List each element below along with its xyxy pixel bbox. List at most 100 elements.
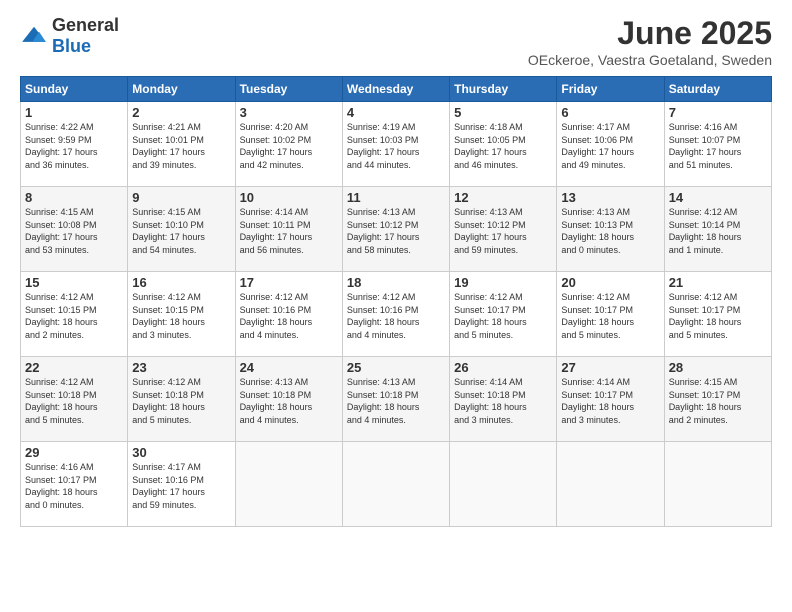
day-number: 27: [561, 360, 659, 375]
day-number: 14: [669, 190, 767, 205]
day-info: Sunrise: 4:12 AMSunset: 10:16 PMDaylight…: [347, 291, 445, 341]
logo: General Blue: [20, 15, 119, 57]
day-info: Sunrise: 4:15 AMSunset: 10:17 PMDaylight…: [669, 376, 767, 426]
day-info: Sunrise: 4:12 AMSunset: 10:18 PMDaylight…: [25, 376, 123, 426]
day-info: Sunrise: 4:14 AMSunset: 10:17 PMDaylight…: [561, 376, 659, 426]
table-row: 22Sunrise: 4:12 AMSunset: 10:18 PMDaylig…: [21, 357, 128, 442]
day-number: 7: [669, 105, 767, 120]
day-info: Sunrise: 4:13 AMSunset: 10:13 PMDaylight…: [561, 206, 659, 256]
table-row: 27Sunrise: 4:14 AMSunset: 10:17 PMDaylig…: [557, 357, 664, 442]
col-wednesday: Wednesday: [342, 77, 449, 102]
day-info: Sunrise: 4:16 AMSunset: 10:17 PMDaylight…: [25, 461, 123, 511]
logo-text: General Blue: [52, 15, 119, 57]
table-row: 5Sunrise: 4:18 AMSunset: 10:05 PMDayligh…: [450, 102, 557, 187]
day-info: Sunrise: 4:12 AMSunset: 10:17 PMDaylight…: [454, 291, 552, 341]
location-title: OEckeroe, Vaestra Goetaland, Sweden: [528, 52, 772, 68]
table-row: 21Sunrise: 4:12 AMSunset: 10:17 PMDaylig…: [664, 272, 771, 357]
day-number: 25: [347, 360, 445, 375]
table-row: [664, 442, 771, 527]
table-row: 13Sunrise: 4:13 AMSunset: 10:13 PMDaylig…: [557, 187, 664, 272]
col-monday: Monday: [128, 77, 235, 102]
calendar: Sunday Monday Tuesday Wednesday Thursday…: [20, 76, 772, 527]
table-row: 24Sunrise: 4:13 AMSunset: 10:18 PMDaylig…: [235, 357, 342, 442]
day-info: Sunrise: 4:12 AMSunset: 10:17 PMDaylight…: [669, 291, 767, 341]
day-info: Sunrise: 4:13 AMSunset: 10:12 PMDaylight…: [454, 206, 552, 256]
day-number: 10: [240, 190, 338, 205]
col-saturday: Saturday: [664, 77, 771, 102]
day-number: 4: [347, 105, 445, 120]
table-row: 10Sunrise: 4:14 AMSunset: 10:11 PMDaylig…: [235, 187, 342, 272]
month-title: June 2025: [528, 15, 772, 52]
day-info: Sunrise: 4:14 AMSunset: 10:18 PMDaylight…: [454, 376, 552, 426]
day-info: Sunrise: 4:12 AMSunset: 10:15 PMDaylight…: [132, 291, 230, 341]
day-info: Sunrise: 4:17 AMSunset: 10:16 PMDaylight…: [132, 461, 230, 511]
table-row: [235, 442, 342, 527]
day-number: 3: [240, 105, 338, 120]
header-row: Sunday Monday Tuesday Wednesday Thursday…: [21, 77, 772, 102]
day-info: Sunrise: 4:13 AMSunset: 10:18 PMDaylight…: [240, 376, 338, 426]
day-info: Sunrise: 4:12 AMSunset: 10:15 PMDaylight…: [25, 291, 123, 341]
day-info: Sunrise: 4:13 AMSunset: 10:12 PMDaylight…: [347, 206, 445, 256]
day-info: Sunrise: 4:14 AMSunset: 10:11 PMDaylight…: [240, 206, 338, 256]
day-number: 22: [25, 360, 123, 375]
table-row: 16Sunrise: 4:12 AMSunset: 10:15 PMDaylig…: [128, 272, 235, 357]
day-number: 28: [669, 360, 767, 375]
day-info: Sunrise: 4:12 AMSunset: 10:17 PMDaylight…: [561, 291, 659, 341]
table-row: 18Sunrise: 4:12 AMSunset: 10:16 PMDaylig…: [342, 272, 449, 357]
title-block: June 2025 OEckeroe, Vaestra Goetaland, S…: [528, 15, 772, 68]
table-row: 2Sunrise: 4:21 AMSunset: 10:01 PMDayligh…: [128, 102, 235, 187]
day-number: 30: [132, 445, 230, 460]
table-row: 23Sunrise: 4:12 AMSunset: 10:18 PMDaylig…: [128, 357, 235, 442]
table-row: 30Sunrise: 4:17 AMSunset: 10:16 PMDaylig…: [128, 442, 235, 527]
day-number: 21: [669, 275, 767, 290]
table-row: [557, 442, 664, 527]
header: General Blue June 2025 OEckeroe, Vaestra…: [20, 15, 772, 68]
table-row: 7Sunrise: 4:16 AMSunset: 10:07 PMDayligh…: [664, 102, 771, 187]
day-info: Sunrise: 4:12 AMSunset: 10:14 PMDaylight…: [669, 206, 767, 256]
day-number: 26: [454, 360, 552, 375]
page: General Blue June 2025 OEckeroe, Vaestra…: [0, 0, 792, 612]
day-info: Sunrise: 4:16 AMSunset: 10:07 PMDaylight…: [669, 121, 767, 171]
table-row: 9Sunrise: 4:15 AMSunset: 10:10 PMDayligh…: [128, 187, 235, 272]
day-info: Sunrise: 4:15 AMSunset: 10:08 PMDaylight…: [25, 206, 123, 256]
day-number: 12: [454, 190, 552, 205]
day-number: 6: [561, 105, 659, 120]
table-row: 3Sunrise: 4:20 AMSunset: 10:02 PMDayligh…: [235, 102, 342, 187]
day-number: 9: [132, 190, 230, 205]
day-number: 18: [347, 275, 445, 290]
day-number: 1: [25, 105, 123, 120]
day-number: 8: [25, 190, 123, 205]
day-number: 5: [454, 105, 552, 120]
logo-general: General: [52, 15, 119, 35]
table-row: 17Sunrise: 4:12 AMSunset: 10:16 PMDaylig…: [235, 272, 342, 357]
day-number: 23: [132, 360, 230, 375]
table-row: 4Sunrise: 4:19 AMSunset: 10:03 PMDayligh…: [342, 102, 449, 187]
day-info: Sunrise: 4:15 AMSunset: 10:10 PMDaylight…: [132, 206, 230, 256]
table-row: 26Sunrise: 4:14 AMSunset: 10:18 PMDaylig…: [450, 357, 557, 442]
day-info: Sunrise: 4:12 AMSunset: 10:18 PMDaylight…: [132, 376, 230, 426]
logo-blue: Blue: [52, 36, 91, 56]
day-info: Sunrise: 4:17 AMSunset: 10:06 PMDaylight…: [561, 121, 659, 171]
table-row: 1Sunrise: 4:22 AMSunset: 9:59 PMDaylight…: [21, 102, 128, 187]
table-row: 14Sunrise: 4:12 AMSunset: 10:14 PMDaylig…: [664, 187, 771, 272]
day-info: Sunrise: 4:21 AMSunset: 10:01 PMDaylight…: [132, 121, 230, 171]
calendar-body: 1Sunrise: 4:22 AMSunset: 9:59 PMDaylight…: [21, 102, 772, 527]
col-friday: Friday: [557, 77, 664, 102]
calendar-header: Sunday Monday Tuesday Wednesday Thursday…: [21, 77, 772, 102]
table-row: 29Sunrise: 4:16 AMSunset: 10:17 PMDaylig…: [21, 442, 128, 527]
day-number: 19: [454, 275, 552, 290]
day-info: Sunrise: 4:12 AMSunset: 10:16 PMDaylight…: [240, 291, 338, 341]
table-row: [342, 442, 449, 527]
day-info: Sunrise: 4:19 AMSunset: 10:03 PMDaylight…: [347, 121, 445, 171]
day-number: 16: [132, 275, 230, 290]
day-info: Sunrise: 4:13 AMSunset: 10:18 PMDaylight…: [347, 376, 445, 426]
table-row: 11Sunrise: 4:13 AMSunset: 10:12 PMDaylig…: [342, 187, 449, 272]
table-row: 8Sunrise: 4:15 AMSunset: 10:08 PMDayligh…: [21, 187, 128, 272]
table-row: 12Sunrise: 4:13 AMSunset: 10:12 PMDaylig…: [450, 187, 557, 272]
table-row: 20Sunrise: 4:12 AMSunset: 10:17 PMDaylig…: [557, 272, 664, 357]
day-info: Sunrise: 4:18 AMSunset: 10:05 PMDaylight…: [454, 121, 552, 171]
table-row: 15Sunrise: 4:12 AMSunset: 10:15 PMDaylig…: [21, 272, 128, 357]
day-number: 15: [25, 275, 123, 290]
table-row: [450, 442, 557, 527]
col-tuesday: Tuesday: [235, 77, 342, 102]
